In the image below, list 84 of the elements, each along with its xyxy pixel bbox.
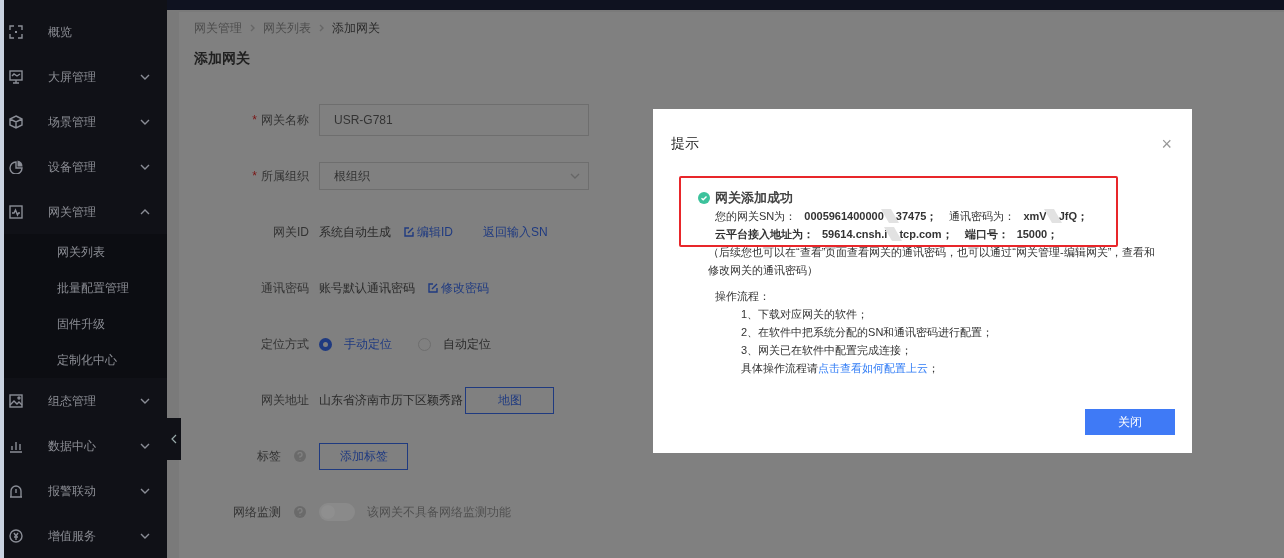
select-field[interactable]: 根组织 — [319, 162, 589, 190]
field-value: 37475； — [895, 209, 938, 224]
field-value: 系统自动生成 — [319, 224, 391, 241]
radio-label[interactable]: 手动定位 — [344, 335, 392, 353]
field-label: 云平台接入地址为： — [715, 227, 814, 242]
alarm-icon — [9, 483, 23, 498]
focus-icon — [9, 24, 23, 39]
map-button[interactable]: 地图 — [465, 386, 554, 414]
field-label: 通讯密码 — [261, 280, 309, 297]
required-mark: * — [252, 112, 257, 129]
cube-icon — [9, 114, 23, 129]
field-label: 网关ID — [273, 224, 309, 241]
sidebar-item[interactable]: 设备管理 — [4, 144, 167, 189]
field-value: 59614.cnsh.i — [822, 227, 888, 242]
pulse-icon — [9, 204, 23, 219]
link[interactable]: 返回输入SN — [483, 223, 548, 241]
add-tag-button[interactable]: 添加标签 — [319, 442, 408, 470]
sidebar-subitem[interactable]: 定制化中心 — [4, 342, 167, 378]
sidebar-subitem[interactable]: 固件升级 — [4, 306, 167, 342]
required-mark: * — [252, 168, 257, 185]
chevron-up-icon — [140, 208, 150, 215]
field-label: 所属组织 — [261, 168, 309, 185]
step-text: 2、在软件中把系统分配的SN和通讯密码进行配置； — [741, 325, 995, 340]
field-value: 15000； — [1016, 227, 1059, 242]
sidebar-item[interactable]: 数据中心 — [4, 423, 167, 468]
chevron-down-icon — [140, 487, 150, 494]
pie-chart-icon — [9, 159, 23, 174]
sidebar-item[interactable]: 增值服务 — [4, 513, 167, 558]
page-title: 添加网关 — [194, 49, 250, 68]
step-text: 3、网关已在软件中配置完成连接； — [741, 343, 914, 358]
note-text: （后续您也可以在“查看”页面查看网关的通讯密码，也可以通过“网关管理-编辑网关”，查看和修改网关的通讯密码） — [708, 245, 1157, 278]
field-label: 网关名称 — [261, 112, 309, 129]
field-label: 网络监测 — [233, 504, 281, 521]
field-value: 0005961400000 — [804, 209, 884, 224]
sidebar-item[interactable]: 场景管理 — [4, 99, 167, 144]
chevron-down-icon — [140, 163, 150, 170]
field-label: 网关地址 — [261, 392, 309, 409]
field-value: tcp.com； — [899, 227, 953, 242]
sidebar-item[interactable]: 网关管理 — [4, 189, 167, 234]
chevron-right-icon — [319, 24, 324, 32]
field-label: 您的网关SN为： — [715, 209, 797, 224]
sidebar-subitem[interactable]: 批量配置管理 — [4, 270, 167, 306]
help-link[interactable]: 点击查看如何配置上云 — [818, 362, 928, 374]
chevron-down-icon — [140, 532, 150, 539]
chevron-down-icon — [140, 397, 150, 404]
sidebar-item[interactable]: 概览 — [4, 9, 167, 54]
radio-button[interactable] — [319, 337, 332, 351]
link[interactable]: 修改密码 — [428, 279, 489, 297]
help-text: 具体操作流程请点击查看如何配置上云； — [741, 361, 939, 376]
success-title: 网关添加成功 — [715, 189, 793, 207]
field-value: JfQ； — [1058, 209, 1088, 224]
field-value: xmV — [1023, 209, 1047, 224]
image-icon — [9, 393, 23, 408]
check-circle-icon — [698, 192, 710, 204]
chevron-down-icon — [570, 173, 580, 179]
field-value: 账号默认通讯密码 — [319, 280, 415, 297]
chevron-down-icon — [140, 118, 150, 125]
sidebar-subitem[interactable]: 网关列表 — [4, 234, 167, 270]
chevron-down-icon — [140, 442, 150, 449]
close-button[interactable]: × — [1161, 134, 1172, 153]
sidebar-item[interactable]: 组态管理 — [4, 378, 167, 423]
chevron-down-icon — [140, 73, 150, 80]
field-value: 山东省济南市历下区颖秀路 — [319, 392, 463, 409]
field-label: 通讯密码为： — [949, 209, 1016, 224]
sidebar-item[interactable]: 报警联动 — [4, 468, 167, 513]
step-text: 1、下载对应网关的软件； — [741, 307, 870, 322]
sidebar-item[interactable]: 大屏管理 — [4, 54, 167, 99]
monitor-icon — [9, 69, 23, 84]
field-label: 定位方式 — [261, 336, 309, 353]
field-label: 端口号： — [964, 227, 1009, 242]
radio-label[interactable]: 自动定位 — [443, 335, 491, 353]
text-input[interactable]: USR-G781 — [319, 104, 589, 136]
steps-title: 操作流程： — [715, 289, 771, 304]
link[interactable]: 编辑ID — [404, 223, 453, 241]
field-label: 标签 — [257, 448, 281, 465]
chevron-right-icon — [250, 24, 255, 32]
edit-icon — [428, 283, 438, 293]
breadcrumb-item: 添加网关 — [332, 20, 380, 37]
coin-icon — [9, 528, 23, 543]
chevron-left-icon — [171, 434, 177, 444]
collapse-handle[interactable] — [167, 418, 181, 460]
edit-icon — [404, 227, 414, 237]
close-button[interactable]: 关闭 — [1085, 409, 1175, 435]
dialog-title: 提示 — [671, 134, 699, 153]
